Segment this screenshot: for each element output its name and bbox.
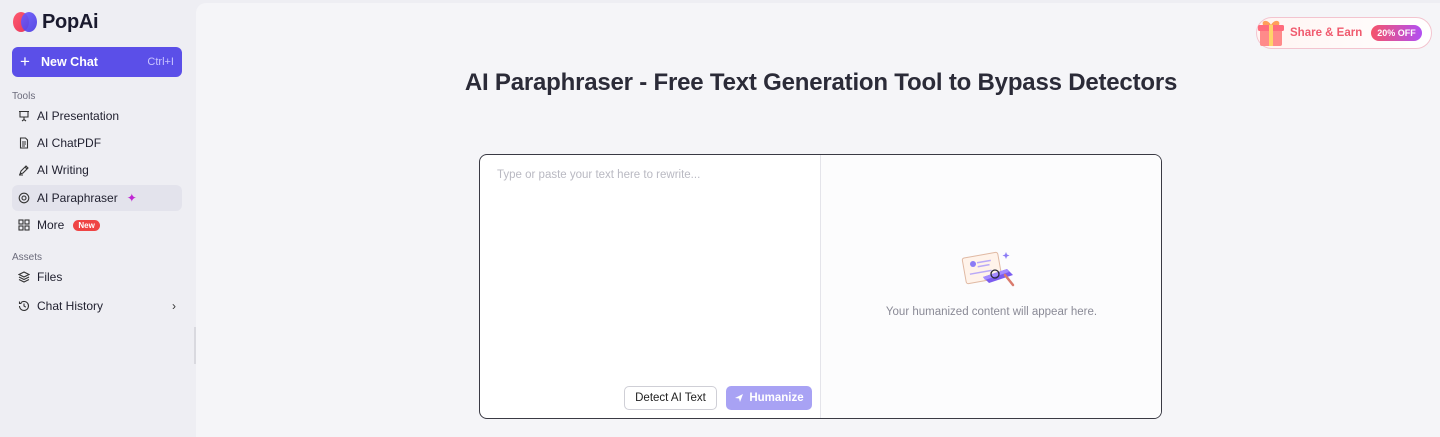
sidebar-item-label: Chat History: [37, 299, 104, 313]
sidebar-item-label: Files: [37, 270, 63, 284]
sidebar-item-ai-presentation[interactable]: AI Presentation: [12, 103, 182, 129]
tools-section-label: Tools: [12, 91, 36, 102]
app-name: PopAi: [42, 10, 99, 33]
gift-icon: [1254, 16, 1286, 48]
presentation-icon: [18, 110, 30, 122]
sidebar-item-label: AI Writing: [37, 163, 89, 177]
input-pane: Detect AI Text Humanize: [480, 155, 821, 418]
layers-icon: [18, 271, 30, 283]
new-chat-button[interactable]: + New Chat Ctrl+I: [12, 47, 182, 77]
popai-logo-icon: [12, 11, 38, 33]
sidebar-item-label: AI Presentation: [37, 109, 120, 123]
discount-badge: 20% OFF: [1371, 25, 1422, 41]
target-icon: [18, 192, 30, 204]
sidebar-item-ai-paraphraser[interactable]: AI Paraphraser ✦: [12, 185, 182, 211]
sidebar-item-label: AI ChatPDF: [37, 136, 102, 150]
new-badge: New: [73, 219, 100, 231]
sidebar-item-label: AI Paraphraser: [37, 191, 118, 205]
sidebar: PopAi + New Chat Ctrl+I Tools AI Present…: [0, 0, 194, 437]
new-chat-label: New Chat: [41, 55, 98, 69]
sidebar-item-chat-history[interactable]: Chat History ›: [12, 293, 182, 319]
sidebar-item-more[interactable]: More New: [12, 212, 182, 238]
document-icon: [18, 137, 30, 149]
output-pane: Your humanized content will appear here.: [821, 155, 1161, 418]
grid-icon: [18, 219, 30, 231]
share-and-earn-label: Share & Earn: [1290, 27, 1363, 39]
sidebar-item-ai-chatpdf[interactable]: AI ChatPDF: [12, 130, 182, 156]
sidebar-item-label: More: [37, 218, 65, 232]
humanize-illustration-icon: [961, 251, 1015, 287]
pen-icon: [18, 164, 30, 176]
new-chat-shortcut: Ctrl+I: [147, 56, 174, 68]
plus-icon: +: [20, 52, 30, 71]
output-placeholder: Your humanized content will appear here.: [885, 306, 1098, 318]
page-title: AI Paraphraser - Free Text Generation To…: [464, 69, 1178, 96]
paraphraser-editor: Detect AI Text Humanize Your humanized c…: [479, 154, 1162, 419]
history-icon: [18, 300, 30, 312]
share-and-earn-button[interactable]: Share & Earn 20% OFF: [1256, 17, 1432, 49]
sidebar-item-files[interactable]: Files: [12, 264, 182, 290]
humanize-button-label: Humanize: [749, 392, 804, 404]
popai-logo[interactable]: PopAi: [12, 10, 99, 34]
chevron-right-icon: ›: [172, 299, 176, 313]
sidebar-item-ai-writing[interactable]: AI Writing: [12, 157, 182, 183]
send-icon: [735, 394, 744, 402]
humanize-button[interactable]: Humanize: [726, 386, 812, 410]
detect-ai-text-button[interactable]: Detect AI Text: [624, 386, 717, 410]
sparkle-icon: ✦: [126, 191, 137, 205]
input-textarea[interactable]: [480, 155, 820, 375]
main-content: Share & Earn 20% OFF AI Paraphraser - Fr…: [196, 3, 1440, 437]
assets-section-label: Assets: [12, 252, 43, 263]
